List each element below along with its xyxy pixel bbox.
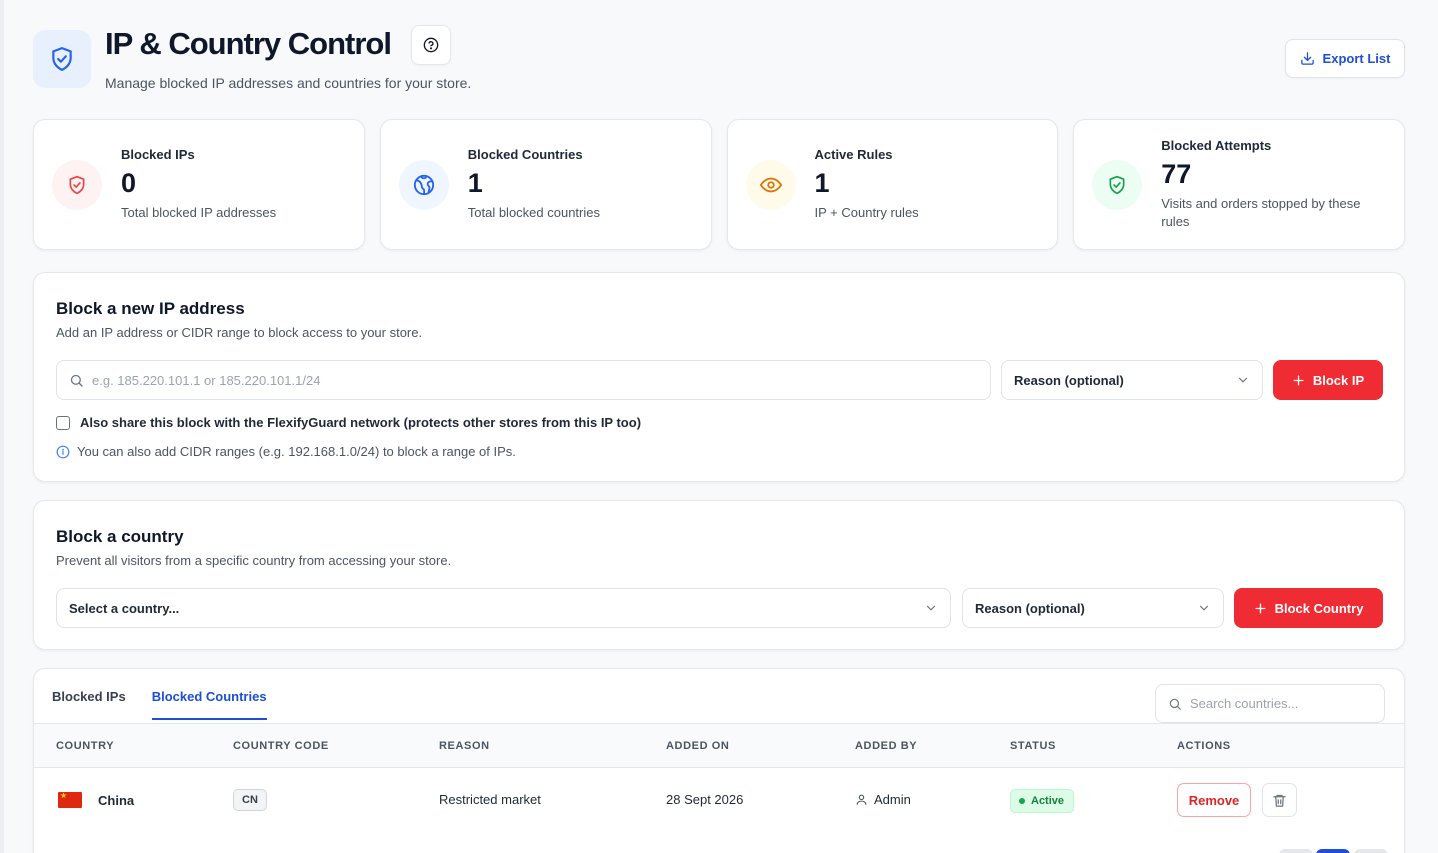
- column-header-actions: ACTIONS: [1177, 740, 1231, 752]
- table-header: COUNTRY COUNTRY CODE REASON ADDED ON ADD…: [34, 723, 1404, 768]
- globe-icon: [398, 160, 449, 210]
- status-text: Active: [1031, 795, 1065, 807]
- block-country-title: Block a country: [56, 527, 184, 546]
- column-header-reason: REASON: [439, 740, 490, 752]
- share-network-row: Also share this block with the FlexifyGu…: [56, 415, 641, 430]
- stat-label: Blocked Attempts: [1161, 138, 1272, 153]
- chevron-down-icon: [1199, 605, 1209, 611]
- search-countries-input[interactable]: [1190, 696, 1372, 711]
- ip-reason-select-label: Reason (optional): [1014, 372, 1124, 388]
- stat-label: Active Rules: [814, 147, 893, 162]
- block-country-button-label: Block Country: [1274, 600, 1364, 616]
- stat-card-blocked-countries: Blocked Countries 1 Total blocked countr…: [379, 119, 712, 250]
- block-ip-subtitle: Add an IP address or CIDR range to block…: [56, 325, 423, 340]
- stat-description: IP + Country rules: [814, 205, 919, 220]
- pagination-next-button[interactable]: [1354, 849, 1388, 853]
- help-icon: [423, 37, 439, 53]
- stat-value: 1: [814, 168, 830, 198]
- share-network-checkbox[interactable]: [56, 415, 70, 430]
- status-cell: Active: [1010, 789, 1075, 813]
- chevron-down-icon: [926, 605, 936, 611]
- trash-icon: [1273, 794, 1286, 807]
- tab-blocked-countries[interactable]: Blocked Countries: [151, 669, 267, 723]
- reason-cell: Restricted market: [439, 792, 541, 807]
- column-header-added-on: ADDED ON: [666, 740, 730, 752]
- shield-check-icon: [1092, 160, 1143, 210]
- column-header-country: COUNTRY: [56, 740, 115, 752]
- country-select-label: Select a country...: [69, 600, 180, 616]
- ip-input-wrapper: [56, 360, 991, 400]
- share-network-label: Also share this block with the FlexifyGu…: [80, 415, 642, 430]
- block-country-subtitle: Prevent all visitors from a specific cou…: [56, 553, 452, 568]
- page-header: IP & Country Control Manage blocked IP a…: [33, 24, 1405, 104]
- download-icon: [1300, 52, 1314, 65]
- column-header-added-by: ADDED BY: [855, 740, 918, 752]
- added-on-cell: 28 Sept 2026: [666, 792, 744, 807]
- country-select[interactable]: Select a country...: [56, 588, 951, 628]
- country-cell: China: [58, 791, 135, 808]
- export-list-label: Export List: [1322, 51, 1391, 66]
- stat-description: Visits and orders stopped by these rules: [1161, 196, 1361, 229]
- cidr-info-text: You can also add CIDR ranges (e.g. 192.1…: [77, 444, 516, 459]
- pagination-prev-button[interactable]: [1279, 849, 1313, 853]
- search-icon: [1169, 698, 1181, 710]
- help-button[interactable]: [411, 25, 451, 65]
- block-country-panel: Block a country Prevent all visitors fro…: [33, 500, 1405, 650]
- stat-label: Blocked IPs: [121, 147, 195, 162]
- country-code-badge: CN: [233, 789, 267, 811]
- eye-icon: [745, 160, 796, 210]
- stat-description: Total blocked IP addresses: [121, 205, 277, 220]
- shield-alert-icon: [52, 160, 102, 210]
- block-ip-title: Block a new IP address: [56, 299, 245, 318]
- table-row: China CN Restricted market 28 Sept 2026 …: [34, 768, 1404, 832]
- block-ip-button[interactable]: Block IP: [1273, 360, 1383, 400]
- stat-value: 1: [467, 168, 483, 198]
- added-by-name: Admin: [874, 792, 911, 807]
- page-title: IP & Country Control: [105, 26, 392, 61]
- user-icon: [856, 794, 867, 805]
- country-reason-select-label: Reason (optional): [975, 600, 1085, 616]
- block-ip-button-label: Block IP: [1312, 372, 1365, 388]
- status-badge: Active: [1010, 789, 1075, 813]
- ip-address-input[interactable]: [92, 372, 978, 388]
- chevron-down-icon: [1238, 377, 1248, 383]
- stat-card-blocked-ips: Blocked IPs 0 Total blocked IP addresses: [33, 119, 365, 250]
- stat-card-blocked-attempts: Blocked Attempts 77 Visits and orders st…: [1073, 119, 1405, 250]
- search-icon: [70, 374, 83, 387]
- country-name: China: [98, 792, 135, 808]
- remove-button[interactable]: Remove: [1177, 783, 1251, 817]
- stats-row: Blocked IPs 0 Total blocked IP addresses…: [33, 119, 1405, 250]
- plus-icon: [1293, 374, 1304, 386]
- delete-button[interactable]: [1262, 783, 1297, 817]
- stat-description: Total blocked countries: [467, 205, 600, 220]
- block-ip-panel: Block a new IP address Add an IP address…: [33, 272, 1405, 482]
- column-header-status: STATUS: [1010, 740, 1056, 752]
- export-list-button[interactable]: Export List: [1285, 39, 1405, 78]
- added-by-cell: Admin: [855, 792, 911, 807]
- ip-reason-select[interactable]: Reason (optional): [1001, 360, 1263, 400]
- pagination-page-button[interactable]: [1316, 849, 1350, 853]
- page-edge: [0, 0, 4, 853]
- plus-icon: [1255, 602, 1266, 614]
- tab-blocked-ips[interactable]: Blocked IPs: [52, 669, 126, 723]
- country-reason-select[interactable]: Reason (optional): [962, 588, 1224, 628]
- block-country-button[interactable]: Block Country: [1234, 588, 1383, 628]
- shield-logo-icon: [33, 30, 91, 88]
- cidr-info: You can also add CIDR ranges (e.g. 192.1…: [56, 444, 516, 459]
- list-tabs: Blocked IPs Blocked Countries: [52, 669, 267, 723]
- stat-card-active-rules: Active Rules 1 IP + Country rules: [726, 119, 1059, 250]
- stat-value: 0: [121, 168, 137, 198]
- info-icon: [56, 445, 70, 458]
- column-header-country-code: COUNTRY CODE: [233, 740, 329, 752]
- status-dot: [1019, 798, 1025, 804]
- page-subtitle: Manage blocked IP addresses and countrie…: [105, 75, 472, 91]
- stat-label: Blocked Countries: [467, 147, 583, 162]
- country-code-cell: CN: [233, 789, 267, 811]
- search-countries-wrapper: [1155, 684, 1385, 723]
- stat-value: 77: [1161, 159, 1192, 189]
- blocked-list-panel: Blocked IPs Blocked Countries COUNTRY CO…: [33, 668, 1405, 853]
- china-flag-icon: [58, 791, 82, 808]
